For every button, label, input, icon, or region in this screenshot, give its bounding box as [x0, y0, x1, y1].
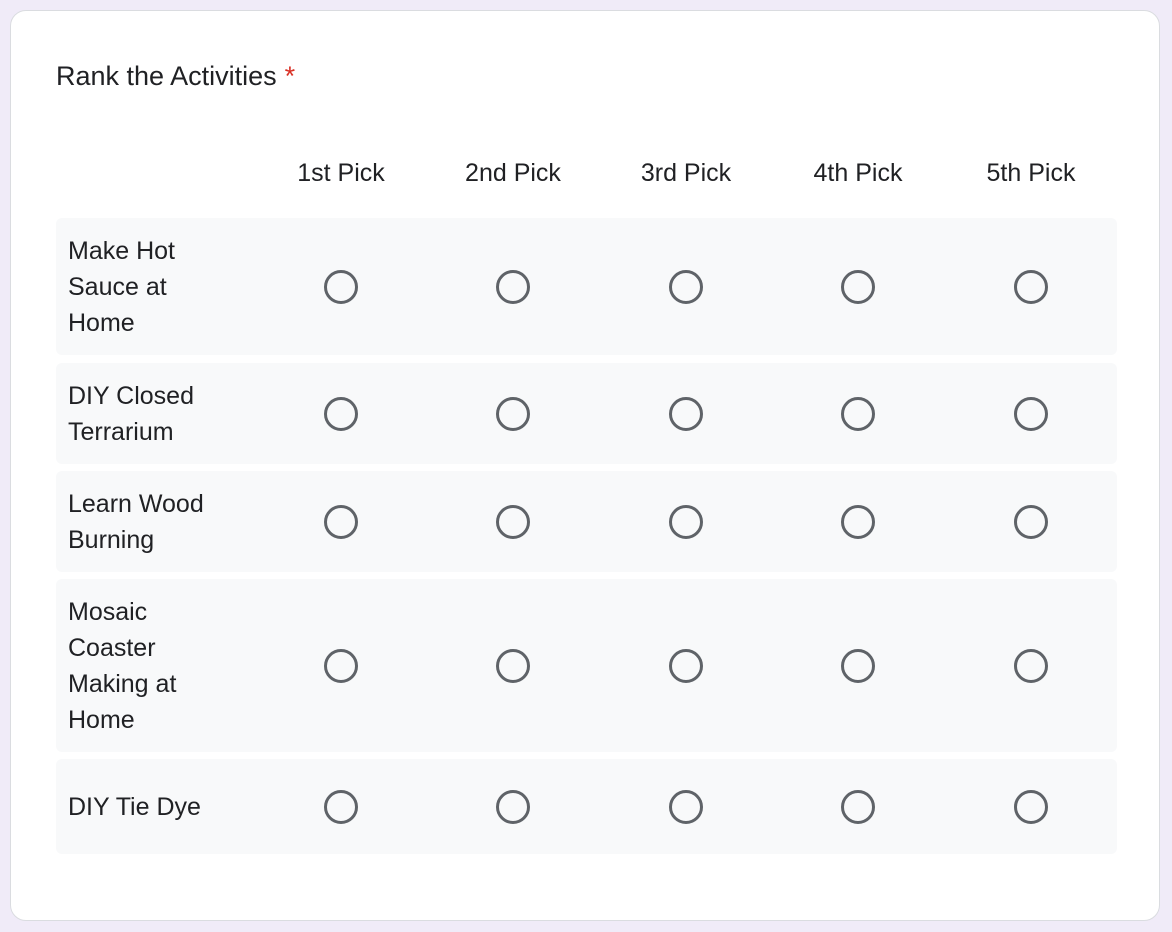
radio-row4-col2[interactable] [496, 648, 530, 683]
radio-row1-col4[interactable] [841, 269, 875, 304]
radio-row5-col3[interactable] [669, 789, 703, 824]
radio-row2-col1[interactable] [324, 396, 358, 431]
radio-row5-col5[interactable] [1014, 789, 1048, 824]
column-header-2: 2nd Pick [465, 159, 561, 187]
grid-row-diy-tie-dye: DIY Tie Dye [56, 759, 1117, 854]
row-label: Make Hot Sauce at Home [68, 236, 175, 337]
radio-row4-col1[interactable] [324, 648, 358, 683]
radio-row5-col2[interactable] [496, 789, 530, 824]
radio-row2-col4[interactable] [841, 396, 875, 431]
row-label: DIY Tie Dye [68, 792, 201, 821]
row-label: Mosaic Coaster Making at Home [68, 597, 177, 734]
grid-row-learn-wood-burning: Learn Wood Burning [56, 471, 1117, 572]
grid-row-mosaic-coaster: Mosaic Coaster Making at Home [56, 579, 1117, 752]
column-header-5: 5th Pick [986, 159, 1076, 187]
radio-row1-col1[interactable] [324, 269, 358, 304]
radio-row1-col3[interactable] [669, 269, 703, 304]
column-header-1: 1st Pick [297, 159, 385, 187]
radio-row1-col5[interactable] [1014, 269, 1048, 304]
required-asterisk: * [284, 61, 296, 91]
row-label: Learn Wood Burning [68, 489, 204, 554]
column-header-3: 3rd Pick [640, 159, 732, 187]
radio-row3-col2[interactable] [496, 504, 530, 539]
radio-row1-col2[interactable] [496, 269, 530, 304]
radio-row2-col3[interactable] [669, 396, 703, 431]
grid-row-make-hot-sauce: Make Hot Sauce at Home [56, 218, 1117, 355]
column-header-4: 4th Pick [813, 159, 903, 187]
radio-row3-col4[interactable] [841, 504, 875, 539]
radio-row2-col5[interactable] [1014, 396, 1048, 431]
radio-row5-col4[interactable] [841, 789, 875, 824]
grid-row-diy-closed-terrarium: DIY Closed Terrarium [56, 363, 1117, 464]
radio-row4-col4[interactable] [841, 648, 875, 683]
radio-row4-col3[interactable] [669, 648, 703, 683]
radio-row3-col3[interactable] [669, 504, 703, 539]
question-title: Rank the Activities * [56, 59, 295, 93]
radio-row3-col5[interactable] [1014, 504, 1048, 539]
radio-row5-col1[interactable] [324, 789, 358, 824]
radio-row3-col1[interactable] [324, 504, 358, 539]
radio-row4-col5[interactable] [1014, 648, 1048, 683]
row-label: DIY Closed Terrarium [68, 381, 194, 446]
radio-row2-col2[interactable] [496, 396, 530, 431]
question-title-text: Rank the Activities [56, 61, 277, 91]
question-card: Rank the Activities * 1st Pick 2nd Pick 3… [10, 10, 1160, 921]
